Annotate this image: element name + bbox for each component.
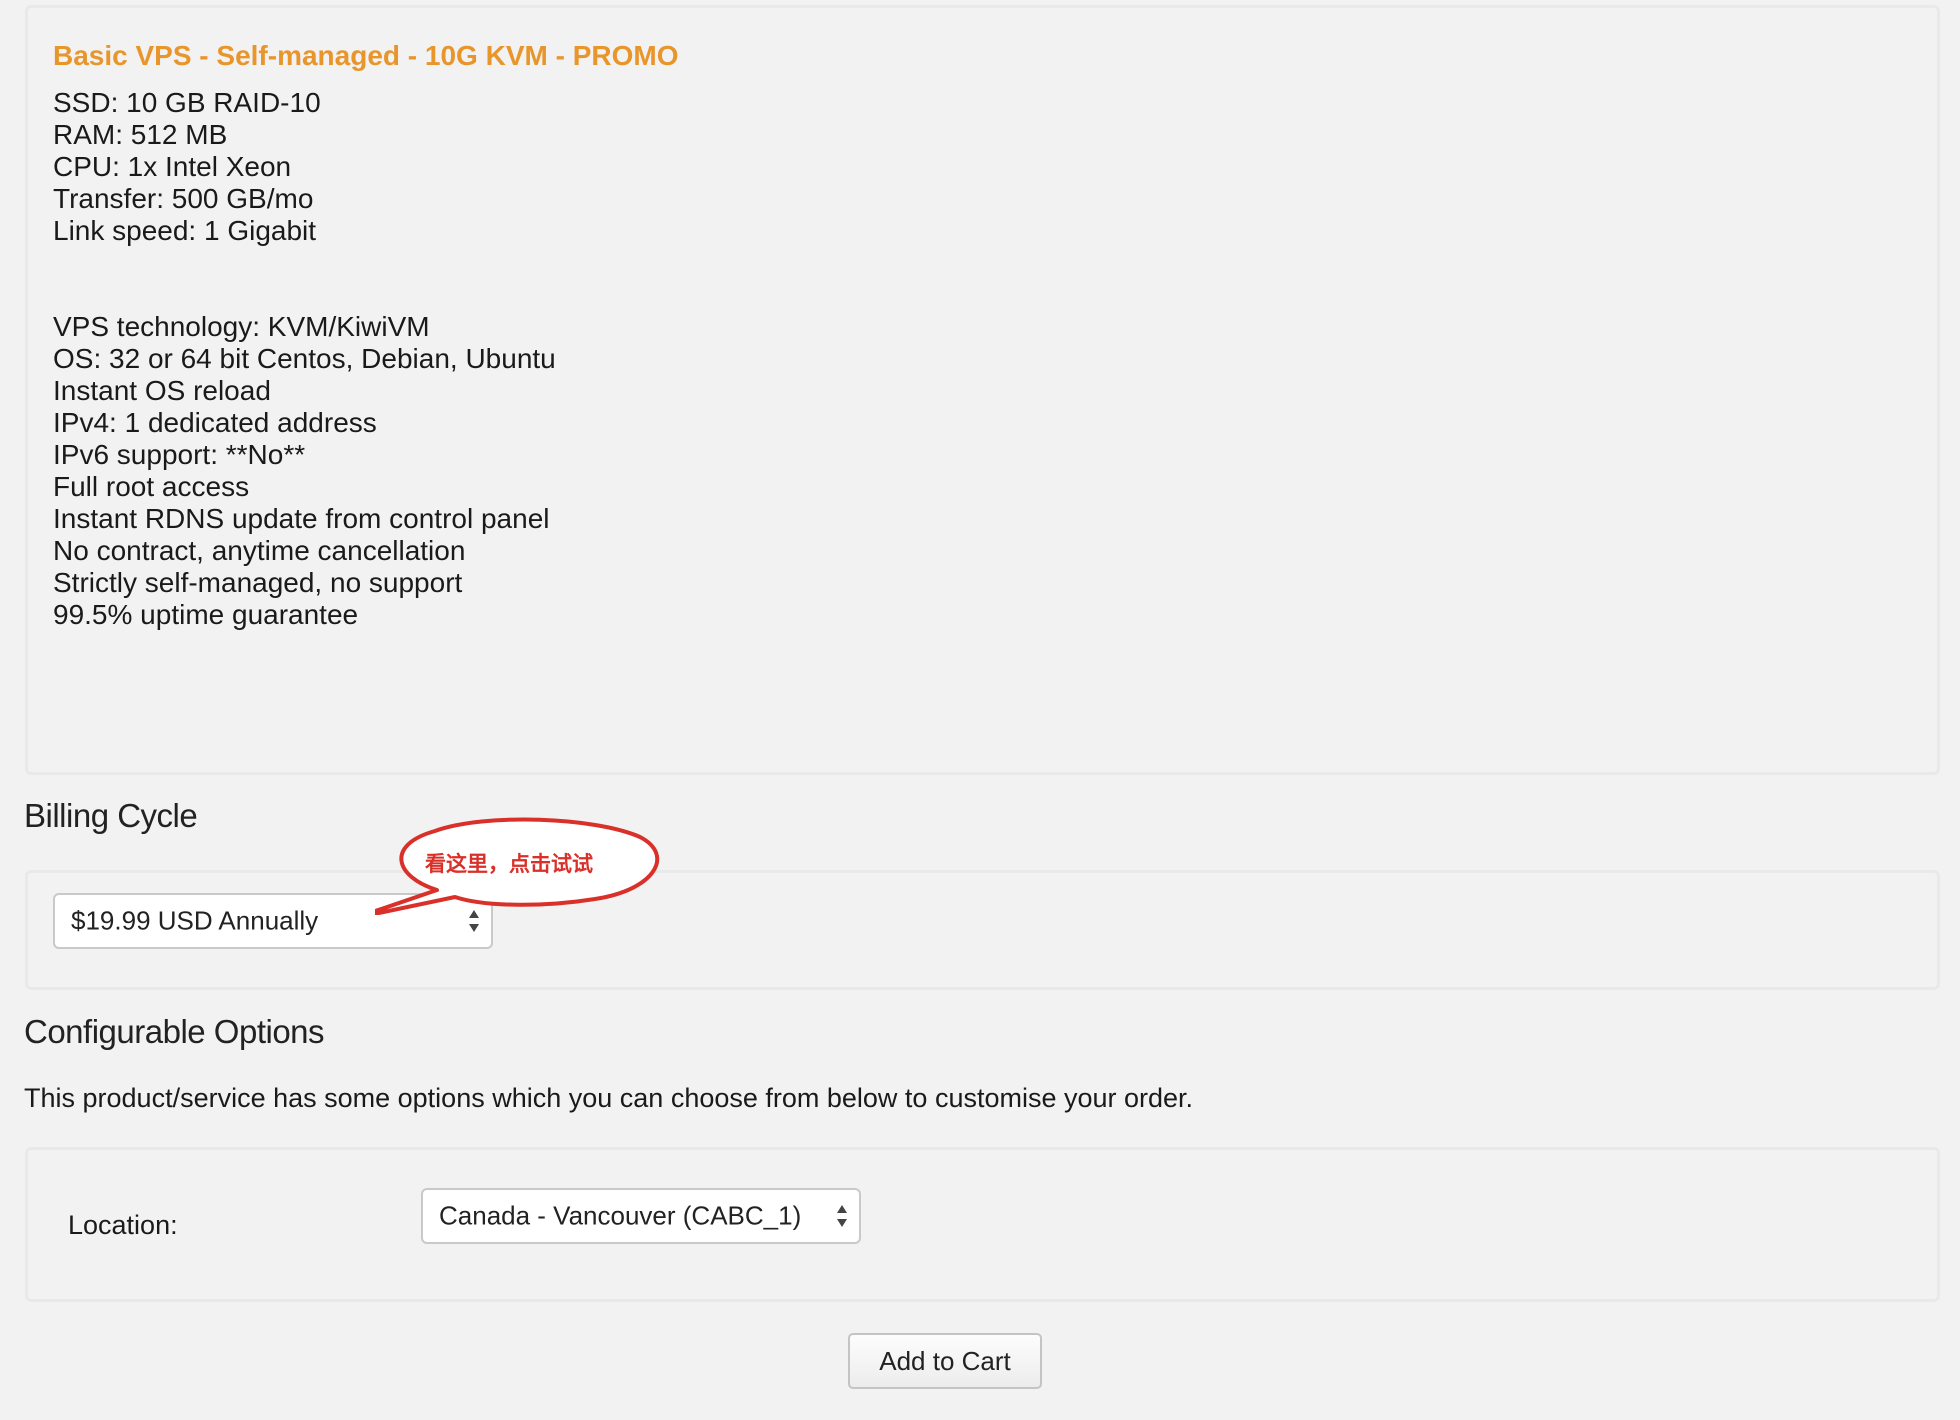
billing-cycle-value: $19.99 USD Annually xyxy=(71,905,319,936)
configurable-options-description: This product/service has some options wh… xyxy=(24,1083,1194,1113)
select-arrows-icon xyxy=(837,1205,847,1227)
location-select[interactable]: Canada - Vancouver (CABC_1) xyxy=(421,1188,861,1244)
product-title: Basic VPS - Self-managed - 10G KVM - PRO… xyxy=(53,40,679,71)
location-panel: Location: Canada - Vancouver (CABC_1) xyxy=(25,1147,1940,1302)
billing-cycle-panel: $19.99 USD Annually xyxy=(25,870,1940,990)
location-label: Location: xyxy=(68,1210,178,1240)
location-value: Canada - Vancouver (CABC_1) xyxy=(439,1200,802,1231)
spec-link-speed: Link speed: 1 Gigabit xyxy=(53,215,317,246)
product-details-panel: Basic VPS - Self-managed - 10G KVM - PRO… xyxy=(25,5,1940,775)
configurable-options-heading: Configurable Options xyxy=(24,1013,325,1050)
callout-text: 看这里，点击试试 xyxy=(425,852,593,876)
add-to-cart-button[interactable]: Add to Cart xyxy=(848,1333,1042,1389)
callout-bubble: 看这里，点击试试 xyxy=(375,815,665,915)
order-page: Basic VPS - Self-managed - 10G KVM - PRO… xyxy=(0,0,1960,1420)
billing-cycle-heading: Billing Cycle xyxy=(24,797,198,834)
feature-uptime: 99.5% uptime guarantee xyxy=(53,599,359,630)
